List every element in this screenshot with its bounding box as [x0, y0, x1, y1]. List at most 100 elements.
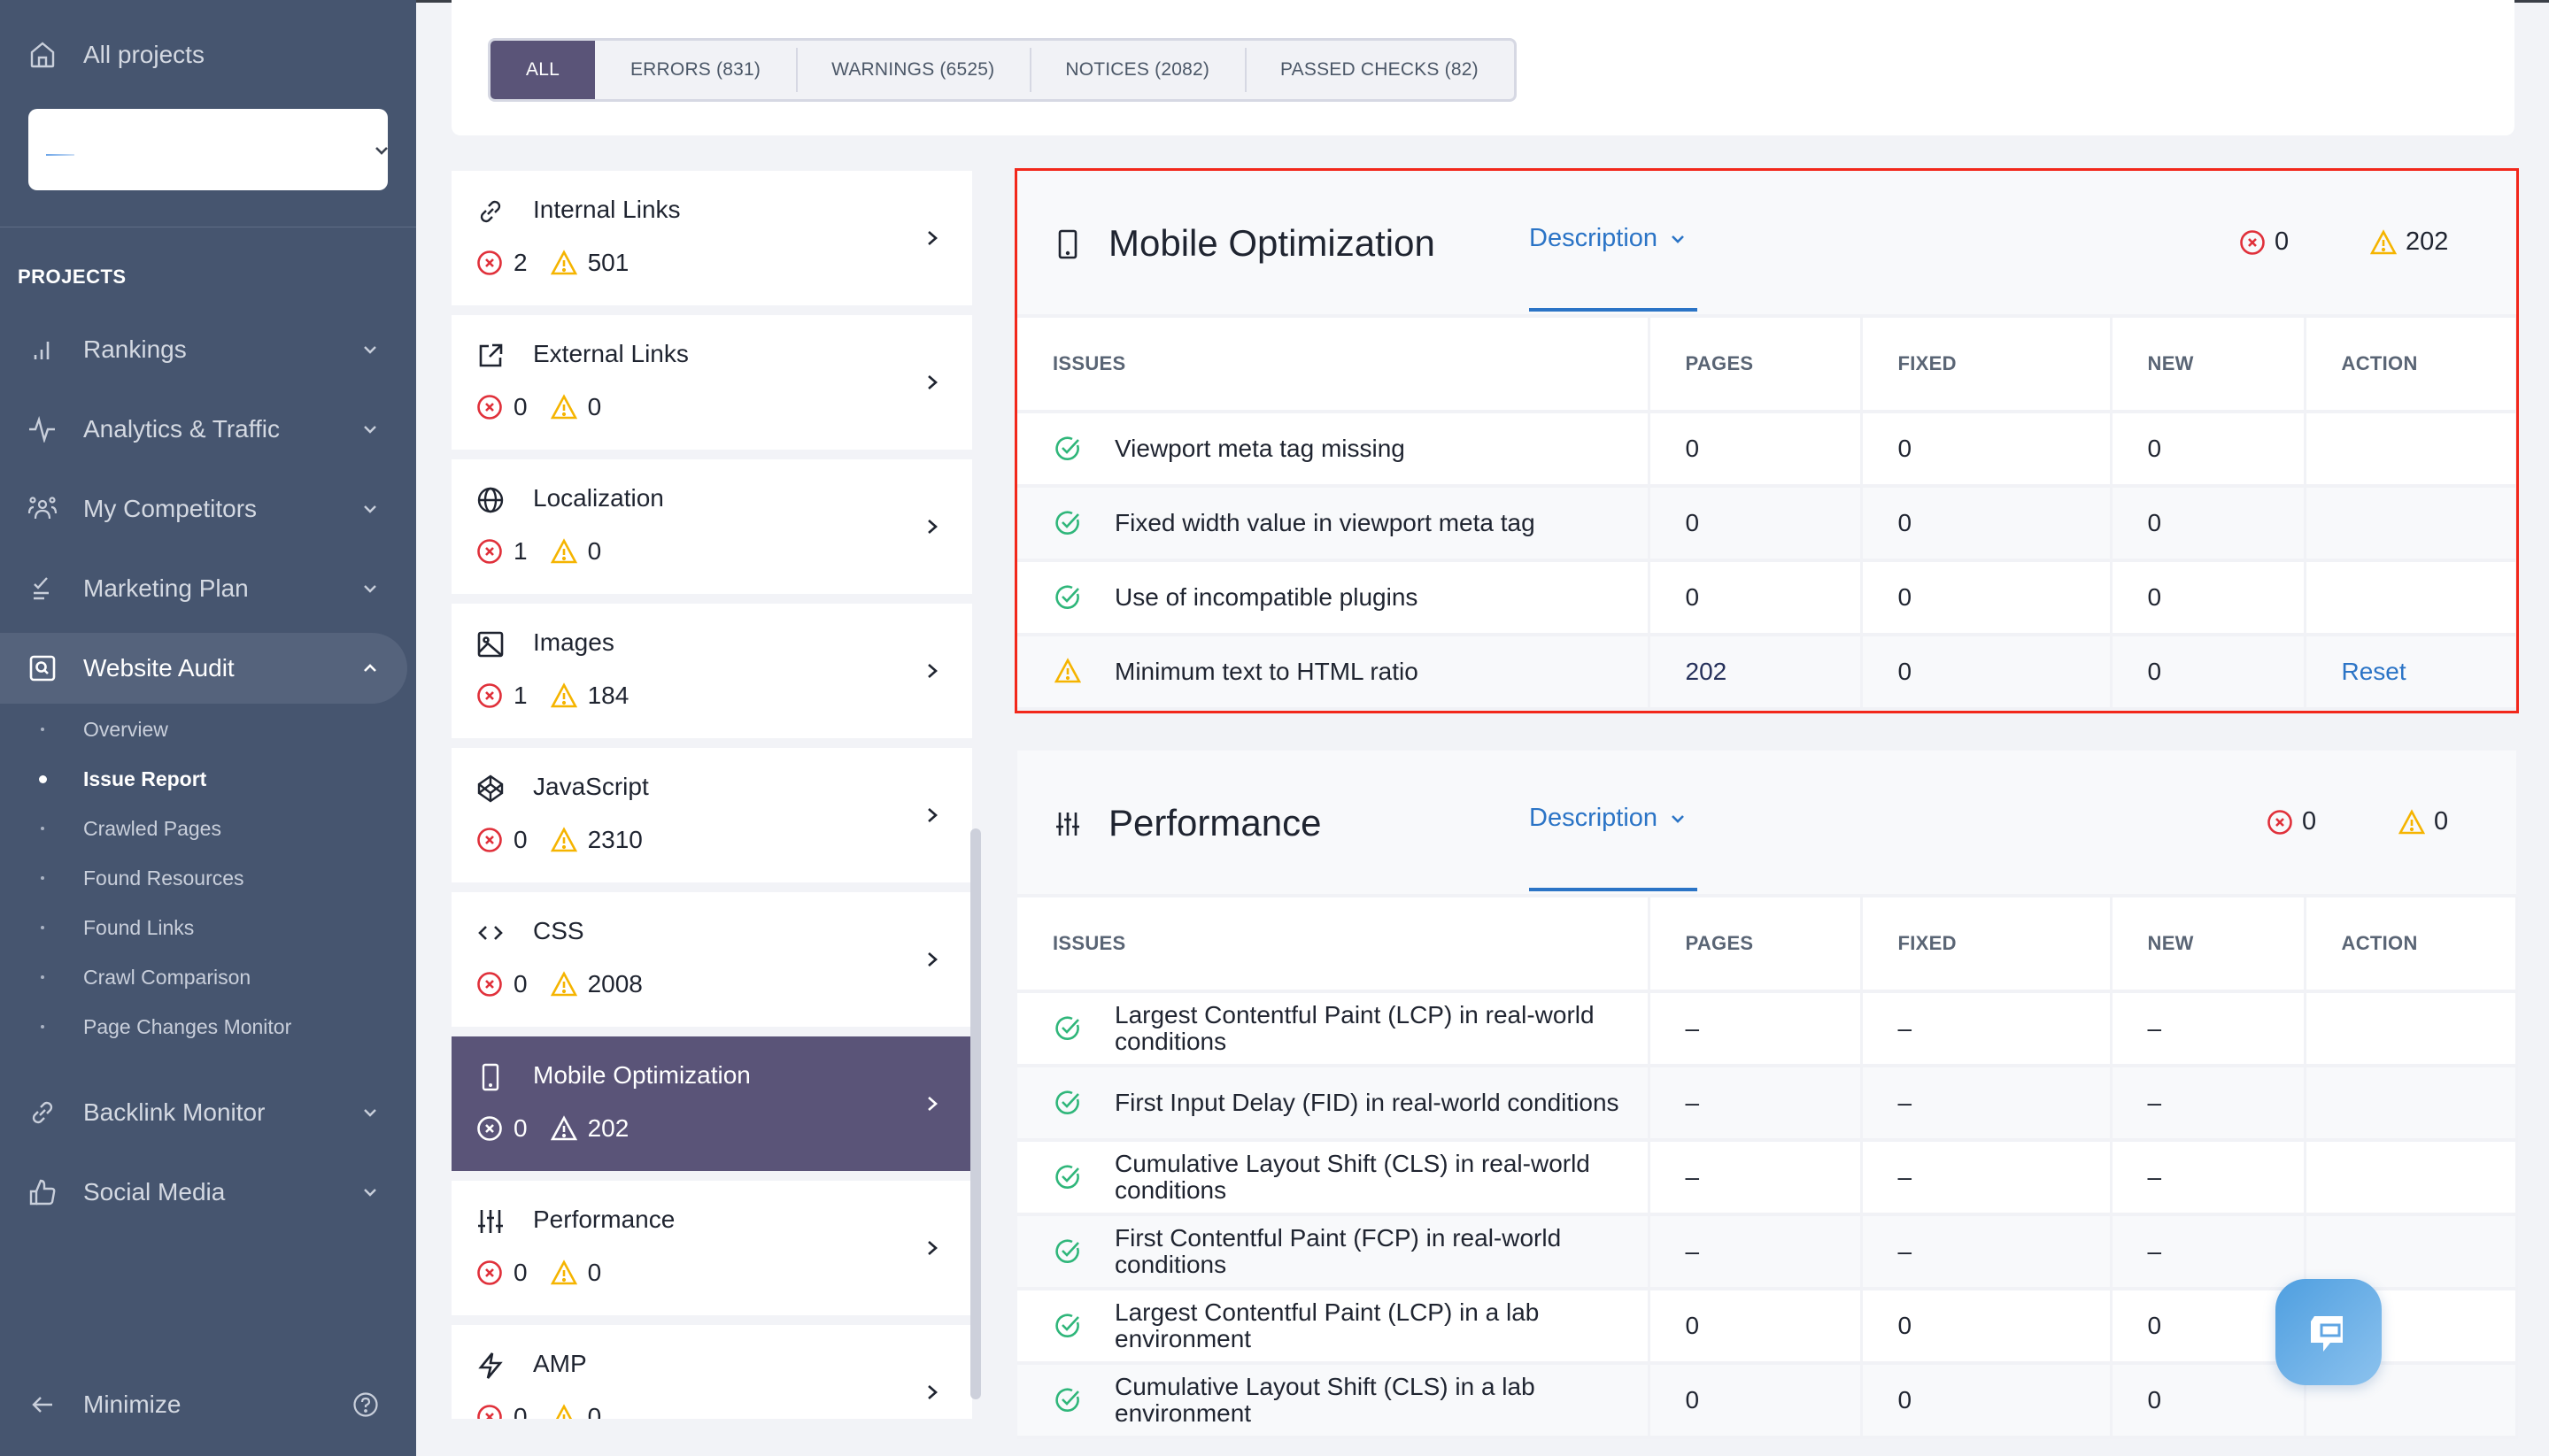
category-name: Images: [533, 628, 614, 656]
chevron-down-icon: [375, 147, 388, 155]
category-stats: 10: [476, 537, 624, 566]
sidebar-item-social-media[interactable]: Social Media: [0, 1157, 407, 1228]
warning-count: 0: [587, 537, 602, 565]
category-item-mobile-optimization[interactable]: Mobile Optimization 0 202: [452, 1036, 972, 1171]
sidebar-item-website-audit[interactable]: Website Audit: [0, 633, 407, 704]
sidebar-item-backlink-monitor[interactable]: Backlink Monitor: [0, 1077, 407, 1148]
help-icon[interactable]: [352, 1391, 379, 1418]
table-row[interactable]: Viewport meta tag missing 0 0 0: [1017, 412, 2518, 488]
issue-name: Cumulative Layout Shift (CLS) in a lab e…: [1115, 1373, 1535, 1427]
chevron-down-icon: [364, 1109, 376, 1117]
table-row[interactable]: Fixed width value in viewport meta tag 0 0…: [1017, 486, 2518, 562]
issue-cell[interactable]: Viewport meta tag missing: [1017, 412, 1650, 488]
sidebar-item-label: Rankings: [83, 335, 187, 363]
issue-cell[interactable]: Largest Contentful Paint (LCP) in a lab …: [1017, 1289, 1650, 1365]
project-select[interactable]: [28, 109, 388, 190]
reset-link[interactable]: Reset: [2342, 658, 2406, 685]
category-item-performance[interactable]: Performance 0 0: [452, 1181, 972, 1315]
category-item-internal-links[interactable]: Internal Links 2 501: [452, 171, 972, 305]
description-toggle[interactable]: Description: [1529, 804, 1688, 833]
new-value: –: [2147, 1163, 2162, 1190]
chevron-down-icon: [364, 585, 376, 593]
sidebar-item-marketing-plan[interactable]: Marketing Plan: [0, 553, 407, 624]
pages-value: –: [1685, 1163, 1700, 1190]
category-item-javascript[interactable]: JavaScript 0 2310: [452, 748, 972, 882]
pages-cell: –: [1649, 1214, 1863, 1290]
audit-search-icon: [27, 652, 58, 684]
column-header-issues[interactable]: ISSUES: [1017, 318, 1650, 413]
chevron-right-icon: [928, 664, 938, 678]
tab-passed-checks[interactable]: PASSED CHECKS (82): [1245, 41, 1514, 99]
description-toggle[interactable]: Description: [1529, 224, 1688, 253]
fixed-cell: 0: [1861, 560, 2113, 636]
category-stats: 00: [476, 1259, 624, 1287]
table-row[interactable]: Minimum text to HTML ratio 202 0 0 Reset: [1017, 635, 2518, 711]
column-header-pages[interactable]: PAGES: [1649, 897, 1863, 993]
table-row[interactable]: First Contentful Paint (FCP) in real-wor…: [1017, 1214, 2518, 1290]
sidebar-item-rankings[interactable]: Rankings: [0, 314, 407, 385]
warning-stat: 0: [550, 393, 601, 421]
fixed-value: 0: [1897, 509, 1912, 536]
warning-count: 202: [2370, 227, 2448, 257]
column-header-new[interactable]: NEW: [2111, 897, 2306, 993]
issue-cell[interactable]: Fixed width value in viewport meta tag: [1017, 486, 1650, 562]
all-projects-link[interactable]: All projects: [0, 19, 407, 90]
new-cell: –: [2111, 1214, 2306, 1290]
tab-warnings[interactable]: WARNINGS (6525): [796, 41, 1030, 99]
category-list-scrollbar[interactable]: [970, 828, 981, 1399]
issue-filter-tabs: ALL ERRORS (831) WARNINGS (6525) NOTICES…: [488, 38, 1517, 102]
category-item-external-links[interactable]: External Links 0 0: [452, 315, 972, 450]
column-header-action: ACTION: [2305, 897, 2518, 993]
table-row[interactable]: Largest Contentful Paint (LCP) in real-w…: [1017, 991, 2518, 1067]
column-header-issues[interactable]: ISSUES: [1017, 897, 1650, 993]
issue-cell[interactable]: Minimum text to HTML ratio: [1017, 635, 1650, 711]
warning-triangle-icon: [550, 682, 588, 709]
minimize-sidebar-button[interactable]: Minimize: [0, 1369, 407, 1440]
sidebar-item-analytics-traffic[interactable]: Analytics & Traffic: [0, 394, 407, 465]
pages-value: 0: [1685, 1312, 1700, 1339]
check-circle-icon: [1054, 509, 1081, 537]
error-circle-icon: [476, 682, 514, 709]
error-circle-icon: [476, 1115, 514, 1142]
issue-cell[interactable]: Cumulative Layout Shift (CLS) in real-wo…: [1017, 1140, 1650, 1216]
category-item-localization[interactable]: Localization 1 0: [452, 459, 972, 594]
arrow-left-icon: [27, 1389, 58, 1421]
issue-name: Cumulative Layout Shift (CLS) in real-wo…: [1115, 1150, 1590, 1204]
pages-value: 0: [1685, 509, 1700, 536]
category-item-css[interactable]: CSS 0 2008: [452, 892, 972, 1027]
error-stat: 0: [476, 826, 528, 854]
pages-link[interactable]: 202: [1686, 658, 1727, 685]
error-count: 0: [2239, 227, 2289, 257]
category-item-images[interactable]: Images 1 184: [452, 604, 972, 738]
error-count: 2: [514, 249, 528, 276]
table-row[interactable]: Use of incompatible plugins 0 0 0: [1017, 560, 2518, 636]
column-header-new[interactable]: NEW: [2111, 318, 2306, 413]
issue-cell[interactable]: First Input Delay (FID) in real-world co…: [1017, 1066, 1650, 1142]
column-header-fixed[interactable]: FIXED: [1861, 318, 2113, 413]
action-cell: [2305, 412, 2518, 488]
external-link-icon: [476, 342, 505, 370]
column-header-pages[interactable]: PAGES: [1649, 318, 1863, 413]
check-circle-icon: [1054, 1386, 1081, 1414]
category-item-amp[interactable]: AMP 0 0: [452, 1325, 972, 1419]
error-count: 0: [514, 393, 528, 420]
sidebar-item-my-competitors[interactable]: My Competitors: [0, 474, 407, 544]
tab-all[interactable]: ALL: [490, 41, 595, 99]
new-cell: 0: [2111, 1363, 2306, 1439]
issue-cell[interactable]: First Contentful Paint (FCP) in real-wor…: [1017, 1214, 1650, 1290]
issue-cell[interactable]: Cumulative Layout Shift (CLS) in a lab e…: [1017, 1363, 1650, 1439]
chat-button[interactable]: [2275, 1279, 2382, 1385]
issue-cell[interactable]: Largest Contentful Paint (LCP) in real-w…: [1017, 991, 1650, 1067]
warning-triangle-icon: [550, 1260, 588, 1286]
bullet: [41, 728, 44, 731]
pages-value: 0: [1685, 583, 1700, 611]
column-header-fixed[interactable]: FIXED: [1861, 897, 2113, 993]
tab-errors[interactable]: ERRORS (831): [595, 41, 796, 99]
table-row[interactable]: Cumulative Layout Shift (CLS) in real-wo…: [1017, 1140, 2518, 1216]
tab-notices[interactable]: NOTICES (2082): [1030, 41, 1245, 99]
action-cell: [2305, 486, 2518, 562]
fixed-value: –: [1897, 1237, 1912, 1265]
category-stats: 00: [476, 1403, 624, 1419]
table-row[interactable]: First Input Delay (FID) in real-world co…: [1017, 1066, 2518, 1142]
issue-cell[interactable]: Use of incompatible plugins: [1017, 560, 1650, 636]
